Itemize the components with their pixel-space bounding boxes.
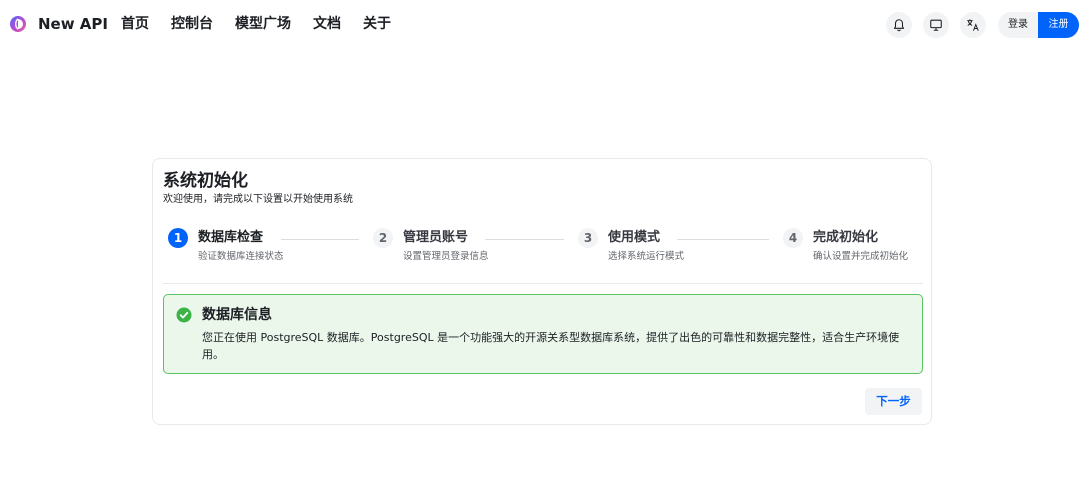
step-number: 1 xyxy=(168,228,188,248)
step-connector xyxy=(677,239,769,240)
step-connector xyxy=(485,239,564,240)
step-description: 设置管理员登录信息 xyxy=(403,251,489,262)
next-step-button[interactable]: 下一步 xyxy=(865,388,922,415)
bell-icon xyxy=(893,19,905,32)
top-nav-bar: New API 首页 控制台 模型广场 文档 关于 登录 注册 xyxy=(0,0,1080,48)
auth-buttons: 登录 注册 xyxy=(998,12,1079,38)
nav-item-console[interactable]: 控制台 xyxy=(171,14,213,34)
step-number: 4 xyxy=(783,228,803,248)
translate-icon xyxy=(967,19,979,31)
setup-card: 系统初始化 欢迎使用，请完成以下设置以开始使用系统 1 数据库检查 验证数据库连… xyxy=(152,158,932,425)
step-number: 2 xyxy=(373,228,393,248)
page-title: 系统初始化 xyxy=(163,171,248,191)
brand-name[interactable]: New API xyxy=(38,14,108,34)
step-title: 管理员账号 xyxy=(403,230,469,245)
page-subtitle: 欢迎使用，请完成以下设置以开始使用系统 xyxy=(163,194,353,205)
setup-steps: 1 数据库检查 验证数据库连接状态 2 管理员账号 设置管理员登录信息 3 使用… xyxy=(153,227,933,267)
step-description: 验证数据库连接状态 xyxy=(198,251,284,262)
language-button[interactable] xyxy=(960,12,986,38)
notifications-button[interactable] xyxy=(886,12,912,38)
nav-item-home[interactable]: 首页 xyxy=(121,14,149,34)
logo-icon[interactable] xyxy=(8,14,28,34)
step-title: 使用模式 xyxy=(608,230,661,245)
divider xyxy=(163,283,923,284)
main-nav: 首页 控制台 模型广场 文档 关于 xyxy=(121,14,413,34)
alert-message: 您正在使用 PostgreSQL 数据库。PostgreSQL 是一个功能强大的… xyxy=(202,331,900,361)
check-circle-icon xyxy=(176,307,192,323)
step-description: 选择系统运行模式 xyxy=(608,251,685,262)
database-info-alert: 数据库信息 您正在使用 PostgreSQL 数据库。PostgreSQL 是一… xyxy=(163,294,923,374)
alert-title: 数据库信息 xyxy=(202,307,272,323)
login-button[interactable]: 登录 xyxy=(998,12,1038,38)
step-connector xyxy=(281,239,359,240)
nav-item-model-marketplace[interactable]: 模型广场 xyxy=(235,14,291,34)
step-title: 数据库检查 xyxy=(198,230,264,245)
step-description: 确认设置并完成初始化 xyxy=(813,251,909,262)
monitor-icon xyxy=(930,19,942,31)
step-number: 3 xyxy=(578,228,598,248)
nav-item-docs[interactable]: 文档 xyxy=(313,14,341,34)
nav-item-about[interactable]: 关于 xyxy=(363,14,391,34)
step-title: 完成初始化 xyxy=(813,230,879,245)
register-button[interactable]: 注册 xyxy=(1038,12,1079,38)
theme-toggle-button[interactable] xyxy=(923,12,949,38)
